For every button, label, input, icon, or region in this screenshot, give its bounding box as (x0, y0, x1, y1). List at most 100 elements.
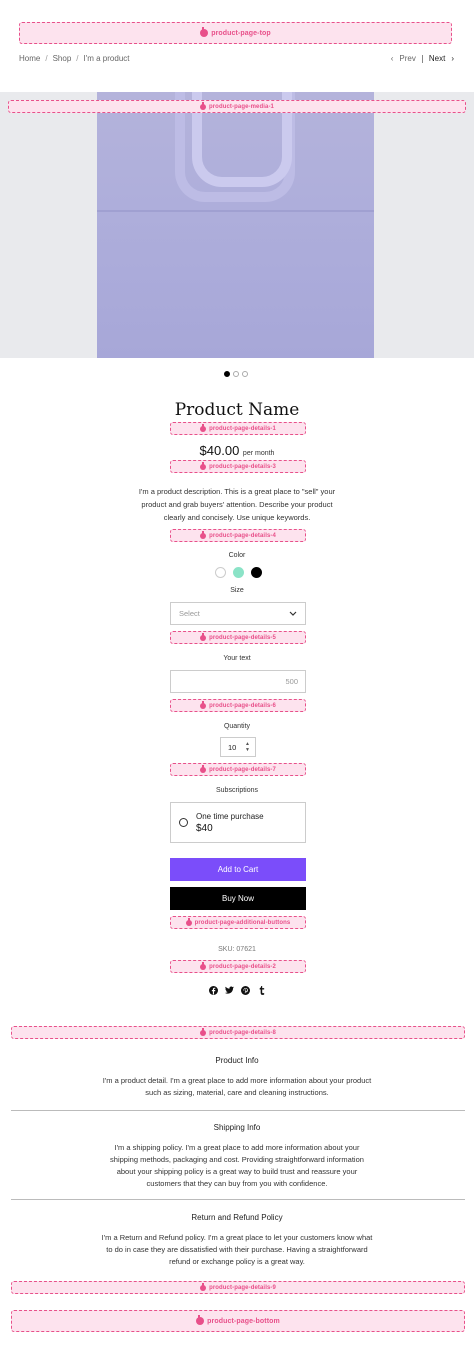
radio-button[interactable] (179, 818, 188, 827)
product-page-details-5-slot: product-page-details-5 (170, 631, 306, 644)
tumblr-icon[interactable] (257, 986, 266, 995)
pinterest-icon[interactable] (241, 986, 250, 995)
product-page-details-3-slot: product-page-details-3 (170, 460, 306, 473)
product-price: $40.00 per month (0, 443, 474, 458)
subscription-price: $40 (196, 822, 213, 834)
breadcrumb-home[interactable]: Home (19, 54, 40, 63)
size-dropdown[interactable]: Select (170, 602, 306, 625)
buy-now-button[interactable]: Buy Now (170, 887, 306, 910)
gallery-dot[interactable] (233, 371, 239, 377)
quantity-stepper[interactable]: 10 ▲ ▼ (220, 737, 256, 757)
twitter-icon[interactable] (225, 986, 234, 995)
quantity-label: Quantity (223, 723, 251, 730)
slot-label: product-page-details-8 (209, 1029, 276, 1036)
plugin-icon (200, 461, 207, 470)
pager-divider (421, 54, 423, 63)
social-share (209, 986, 266, 995)
plugin-icon (200, 632, 207, 641)
product-page-details-6-slot: product-page-details-6 (170, 699, 306, 712)
tote-fold (97, 210, 374, 212)
plugin-icon (185, 917, 192, 926)
shipping-info-text: I'm a shipping policy. I'm a great place… (110, 1143, 364, 1188)
gallery-dot[interactable] (242, 371, 248, 377)
breadcrumb-shop[interactable]: Shop (53, 54, 72, 63)
product-page-details-1-slot: product-page-details-1 (170, 422, 306, 435)
product-info-text: I'm a product detail. I'm a great place … (102, 1076, 372, 1097)
prev-link[interactable]: Prev (399, 54, 415, 63)
product-media[interactable]: product-page-media-1 (0, 92, 474, 358)
return-policy-text: I'm a Return and Refund policy. I'm a gr… (101, 1233, 373, 1266)
text-label: Your text (223, 655, 251, 662)
slot-label: product-page-details-1 (209, 425, 276, 432)
gallery-dots (224, 371, 248, 377)
slot-label: product-page-details-9 (209, 1284, 276, 1291)
breadcrumb: Home / Shop / I'm a product (19, 54, 130, 63)
plugin-icon (200, 1027, 207, 1036)
chevron-right-icon[interactable]: › (451, 54, 454, 63)
plugin-icon (200, 1282, 207, 1291)
color-swatch-white[interactable] (215, 567, 226, 578)
product-page-details-9-slot: product-page-details-9 (11, 1281, 465, 1294)
slot-label: product-page-details-3 (209, 463, 276, 470)
custom-text-input[interactable]: 500 (170, 670, 306, 693)
slot-label: product-page-bottom (207, 1317, 280, 1325)
sku-text: SKU: 07621 (218, 946, 256, 953)
return-policy-title[interactable]: Return and Refund Policy (0, 1213, 474, 1222)
product-pager: ‹ Prev Next › (391, 54, 454, 63)
color-swatch-black[interactable] (251, 567, 262, 578)
slot-label: product-page-additional-buttons (194, 919, 291, 926)
product-image (97, 92, 374, 358)
product-page-media-1-slot: product-page-media-1 (8, 100, 466, 113)
product-page-additional-buttons-slot: product-page-additional-buttons (170, 916, 306, 929)
subscription-name: One time purchase (196, 811, 264, 821)
shipping-info-title[interactable]: Shipping Info (0, 1123, 474, 1132)
facebook-icon[interactable] (209, 986, 218, 995)
char-counter: 500 (285, 677, 298, 686)
breadcrumb-separator: / (76, 54, 79, 63)
color-label: Color (228, 552, 246, 559)
plugin-icon (200, 700, 207, 709)
color-swatches (215, 567, 262, 578)
next-link[interactable]: Next (429, 54, 445, 63)
plugin-icon (200, 764, 207, 773)
section-divider (11, 1199, 465, 1200)
chevron-left-icon[interactable]: ‹ (391, 54, 394, 63)
slot-label: product-page-details-6 (209, 702, 276, 709)
product-title: Product Name (174, 400, 300, 420)
slot-label: product-page-details-4 (209, 532, 276, 539)
price-value: $40.00 (199, 443, 240, 458)
subscription-option[interactable]: One time purchase $40 (170, 802, 306, 843)
color-swatch-mint[interactable] (233, 567, 244, 578)
product-page-details-4-slot: product-page-details-4 (170, 529, 306, 542)
size-placeholder: Select (179, 609, 200, 618)
add-to-cart-button[interactable]: Add to Cart (170, 858, 306, 881)
subscriptions-label: Subscriptions (215, 787, 259, 794)
product-page-details-2-slot: product-page-details-2 (170, 960, 306, 973)
product-page-details-7-slot: product-page-details-7 (170, 763, 306, 776)
size-label: Size (230, 587, 244, 594)
product-info-title[interactable]: Product Info (0, 1056, 474, 1065)
slot-label: product-page-details-2 (209, 963, 276, 970)
stepper-arrows[interactable]: ▲ ▼ (245, 741, 250, 753)
plugin-icon (200, 530, 207, 539)
plugin-icon (200, 27, 209, 37)
product-page-details-8-slot: product-page-details-8 (11, 1026, 465, 1039)
plugin-icon (200, 961, 207, 970)
product-description: I'm a product description. This is a gre… (138, 487, 336, 522)
plugin-icon (196, 1315, 205, 1325)
slot-label: product-page-details-5 (209, 634, 276, 641)
chevron-down-icon[interactable]: ▼ (245, 747, 250, 753)
quantity-value: 10 (228, 742, 237, 752)
gallery-dot[interactable] (224, 371, 230, 377)
breadcrumb-separator: / (45, 54, 48, 63)
breadcrumb-current: I'm a product (83, 54, 130, 63)
plugin-icon (199, 101, 206, 110)
slot-label: product-page-details-7 (209, 766, 276, 773)
price-suffix: per month (242, 450, 275, 457)
chevron-down-icon (289, 611, 297, 616)
product-page-top-slot: product-page-top (19, 22, 452, 44)
section-divider (11, 1110, 465, 1111)
slot-label: product-page-media-1 (208, 103, 274, 110)
slot-label: product-page-top (211, 29, 271, 37)
plugin-icon (200, 423, 207, 432)
